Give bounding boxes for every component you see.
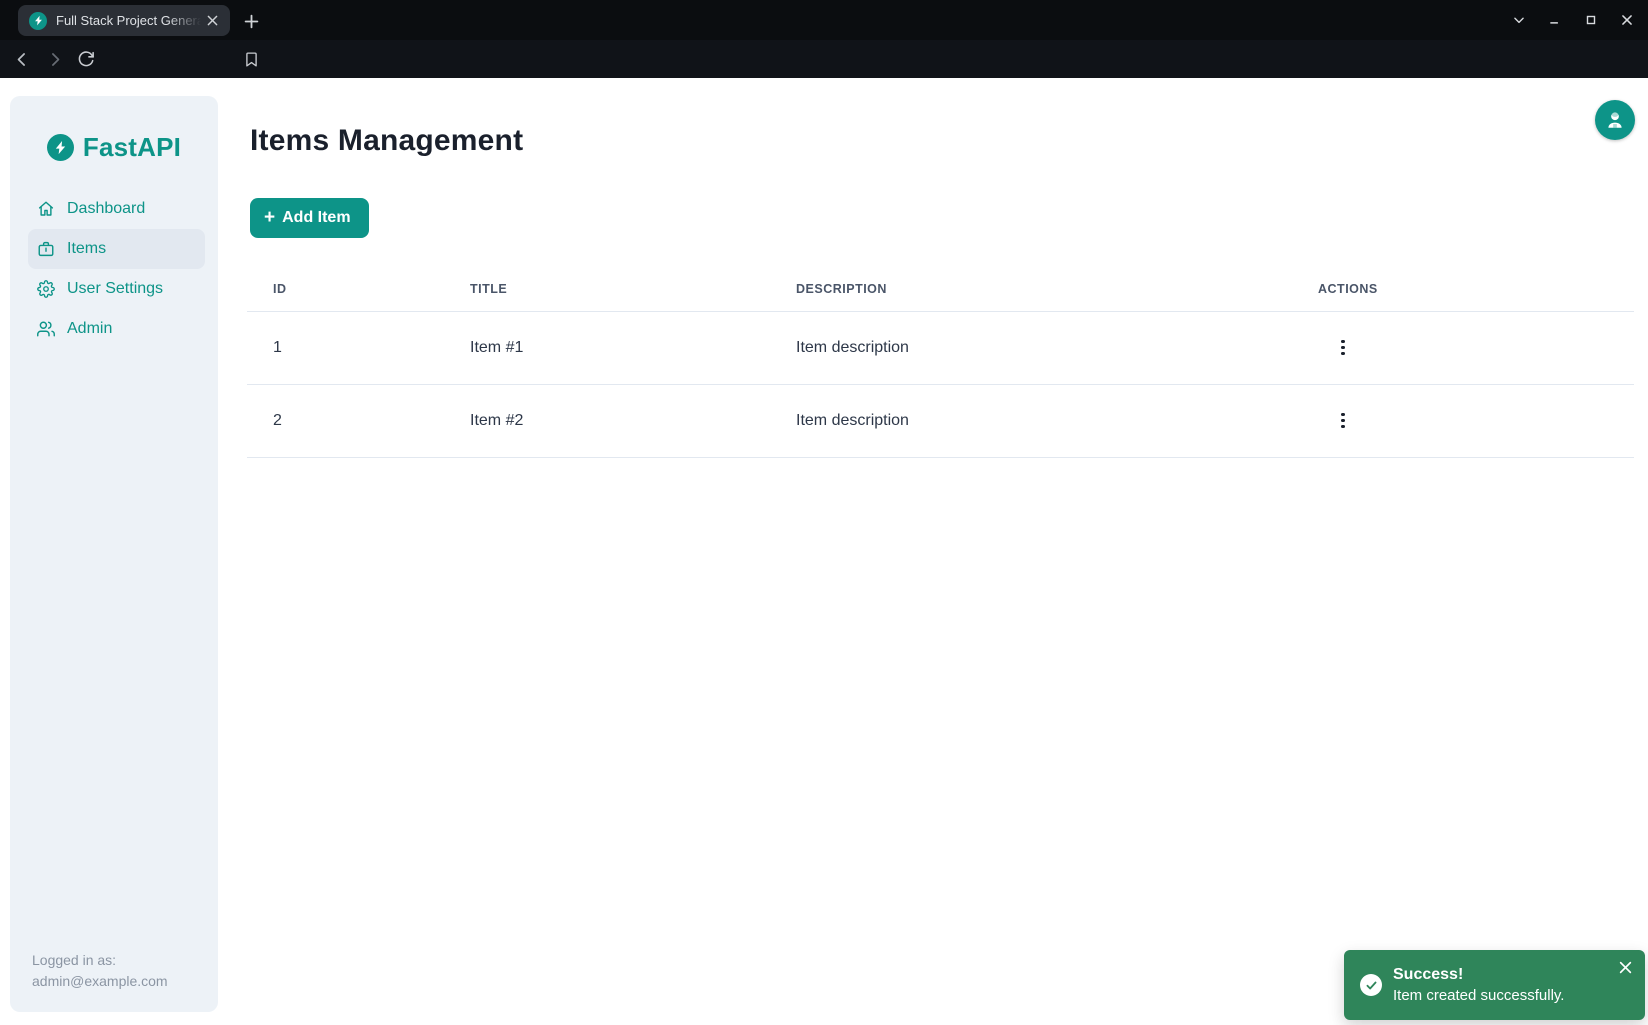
add-item-button[interactable]: + Add Item — [250, 198, 369, 238]
home-icon — [37, 200, 55, 218]
sidebar-item-label: Admin — [67, 320, 112, 338]
success-toast: Success! Item created successfully. — [1344, 950, 1645, 1020]
page-content: FastAPI Dashboard Items — [0, 78, 1648, 1025]
browser-tab[interactable]: Full Stack Project Genera — [18, 5, 230, 36]
maximize-icon[interactable] — [1580, 9, 1602, 31]
browser-window: Full Stack Project Genera — [0, 0, 1648, 1025]
logged-in-label: Logged in as: — [32, 950, 168, 971]
tab-title-wrap: Full Stack Project Genera — [56, 12, 201, 30]
sidebar-item-label: Items — [67, 240, 106, 258]
toast-message: Item created successfully. — [1393, 987, 1564, 1004]
header-description: DESCRIPTION — [796, 267, 1318, 311]
table-row: 1 Item #1 Item description — [247, 311, 1634, 384]
fastapi-bolt-icon — [47, 134, 74, 161]
page-title: Items Management — [250, 124, 523, 158]
new-tab-button[interactable] — [238, 8, 264, 34]
header-actions: ACTIONS — [1318, 267, 1634, 311]
header-title: TITLE — [470, 267, 796, 311]
tab-search-chevron-icon[interactable] — [1508, 9, 1530, 31]
table-row: 2 Item #2 Item description — [247, 384, 1634, 457]
tab-title-fade — [167, 12, 201, 30]
browser-toolbar: localhost/items 1 — [0, 40, 1648, 78]
sidebar-item-user-settings[interactable]: User Settings — [28, 269, 205, 309]
toast-title: Success! — [1393, 966, 1564, 984]
toast-close-icon[interactable] — [1615, 957, 1635, 977]
row-actions-kebab-icon[interactable] — [1327, 405, 1359, 437]
tab-close-icon[interactable] — [203, 11, 222, 31]
back-icon[interactable] — [10, 47, 34, 71]
sidebar-item-dashboard[interactable]: Dashboard — [28, 189, 205, 229]
window-controls — [1508, 0, 1648, 40]
user-menu-button[interactable] — [1595, 100, 1635, 140]
logged-in-email: admin@example.com — [32, 971, 168, 992]
toast-texts: Success! Item created successfully. — [1393, 966, 1564, 1004]
check-circle-icon — [1360, 974, 1382, 996]
close-window-icon[interactable] — [1616, 9, 1638, 31]
sidebar-item-items[interactable]: Items — [28, 229, 205, 269]
fastapi-logo: FastAPI — [10, 96, 218, 163]
users-icon — [37, 320, 55, 338]
briefcase-icon — [37, 240, 55, 258]
cell-title: Item #1 — [470, 311, 796, 384]
row-actions-kebab-icon[interactable] — [1327, 332, 1359, 364]
sidebar-item-admin[interactable]: Admin — [28, 309, 205, 349]
cell-description: Item description — [796, 311, 1318, 384]
forward-icon[interactable] — [42, 47, 66, 71]
sidebar-footer: Logged in as: admin@example.com — [32, 950, 168, 992]
fastapi-favicon — [29, 12, 47, 30]
minimize-icon[interactable] — [1544, 9, 1566, 31]
sidebar: FastAPI Dashboard Items — [10, 96, 218, 1012]
gear-icon — [37, 280, 55, 298]
header-id: ID — [247, 267, 470, 311]
cell-id: 1 — [247, 311, 470, 384]
cell-id: 2 — [247, 384, 470, 457]
table-header-row: ID TITLE DESCRIPTION ACTIONS — [247, 267, 1634, 311]
sidebar-item-label: Dashboard — [67, 200, 145, 218]
cell-description: Item description — [796, 384, 1318, 457]
tab-strip: Full Stack Project Genera — [0, 0, 1648, 40]
sidebar-nav: Dashboard Items User Settings — [10, 189, 218, 349]
plus-icon: + — [264, 208, 275, 227]
reload-icon[interactable] — [74, 47, 98, 71]
cell-title: Item #2 — [470, 384, 796, 457]
items-table: ID TITLE DESCRIPTION ACTIONS 1 Item #1 I… — [247, 267, 1634, 458]
bookmark-icon[interactable] — [239, 47, 263, 71]
add-item-label: Add Item — [282, 209, 350, 227]
sidebar-item-label: User Settings — [67, 280, 163, 298]
fastapi-logo-text: FastAPI — [83, 132, 181, 163]
user-avatar-icon — [1604, 109, 1626, 131]
